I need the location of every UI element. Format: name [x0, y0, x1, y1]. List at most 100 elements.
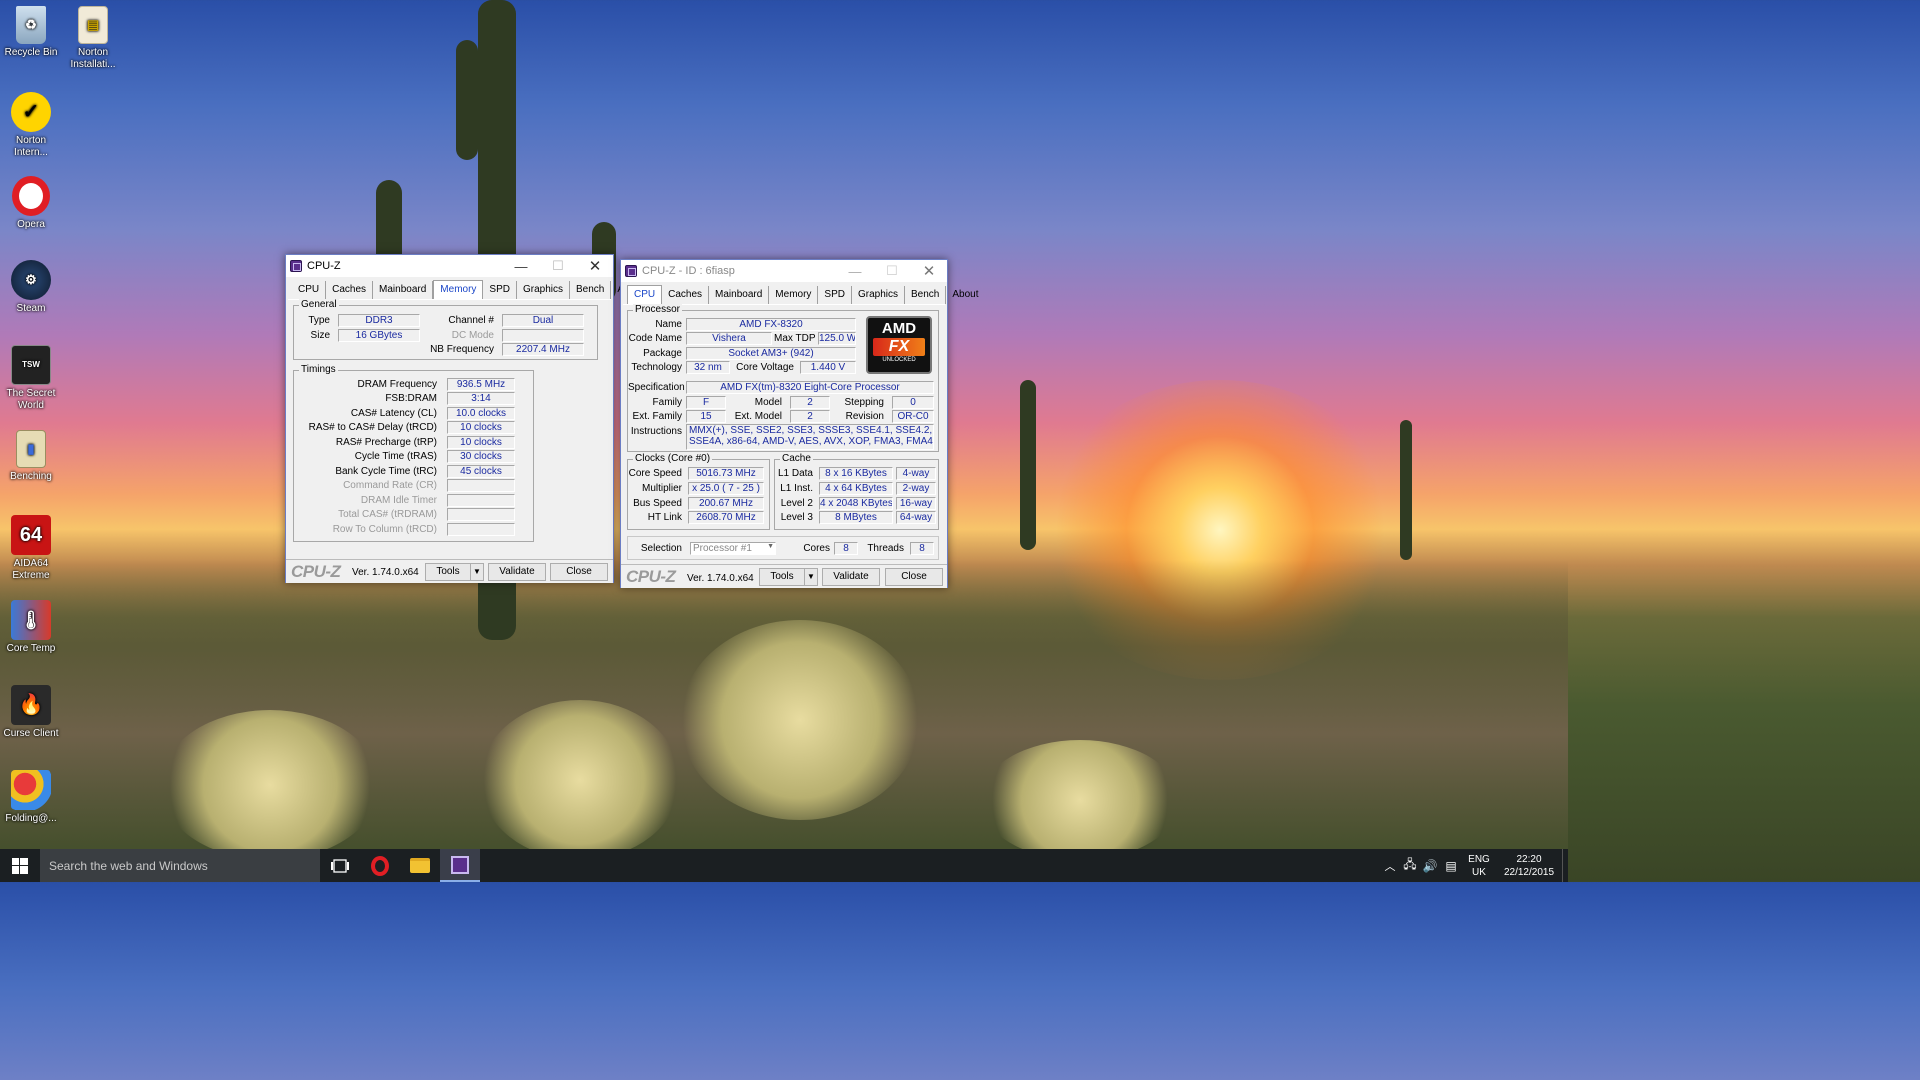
cores-value: 8	[834, 542, 858, 555]
desktop-icon-opera[interactable]: Opera	[0, 176, 62, 231]
tools-dropdown-icon[interactable]: ▼	[804, 568, 818, 586]
cache-size-value: 4 x 2048 KBytes	[819, 497, 893, 510]
core-speed-value: 5016.73 MHz	[688, 467, 764, 480]
tab-caches[interactable]: Caches	[662, 286, 710, 304]
minimize-icon[interactable]: —	[836, 260, 874, 282]
desktop-icon-label: AIDA64 Extreme	[12, 558, 50, 581]
chevron-up-icon[interactable]: ︿	[1380, 858, 1400, 874]
cache-group: Cache L1 Data 8 x 16 KBytes 4-way L1 Ins…	[774, 453, 939, 530]
type-label: Type	[308, 315, 330, 326]
validate-button[interactable]: Validate	[488, 563, 546, 581]
name-value: AMD FX-8320	[686, 318, 856, 331]
desktop-icon-steam[interactable]: ⚙ Steam	[0, 260, 62, 315]
cache-label: Level 3	[780, 512, 813, 523]
close-icon[interactable]: ✕	[576, 255, 614, 277]
cache-label: Level 2	[780, 498, 813, 509]
desktop-icon-benching[interactable]: ▮ Benching	[0, 430, 62, 483]
multiplier-value: x 25.0 ( 7 - 25 )	[688, 482, 764, 495]
voltage-label: Core Voltage	[736, 362, 794, 373]
desktop-icon-secret-world[interactable]: TSW The Secret World	[0, 345, 62, 412]
tab-caches[interactable]: Caches	[326, 281, 374, 299]
tools-dropdown-icon[interactable]: ▼	[470, 563, 484, 581]
family-label: Family	[652, 397, 682, 408]
tab-cpu[interactable]: CPU	[292, 281, 327, 299]
validate-button[interactable]: Validate	[822, 568, 880, 586]
taskbar-cpuz-button[interactable]	[440, 849, 480, 882]
cache-size-value: 8 x 16 KBytes	[819, 467, 893, 480]
tab-cpu[interactable]: CPU	[627, 285, 663, 304]
family-value: F	[686, 396, 726, 409]
maximize-icon[interactable]: ☐	[539, 255, 577, 277]
amd-fx-logo: AMD FX UNLOCKED	[866, 316, 932, 374]
close-button[interactable]: Close	[885, 568, 943, 586]
tab-memory[interactable]: Memory	[769, 286, 819, 304]
cholla-cactus	[480, 700, 680, 860]
tab-spd[interactable]: SPD	[483, 281, 517, 299]
group-label: Processor	[633, 304, 683, 315]
window-titlebar[interactable]: CPU-Z — ☐ ✕	[286, 255, 613, 277]
show-desktop-button[interactable]	[1562, 849, 1568, 882]
timing-label: RAS# Precharge (tRP)	[335, 437, 437, 448]
taskbar-opera-button[interactable]	[360, 849, 400, 882]
tools-button[interactable]: Tools	[425, 563, 471, 581]
tab-bench[interactable]: Bench	[570, 281, 612, 299]
desktop-icon-label: Steam	[16, 303, 46, 314]
processor-group: Processor Name AMD FX-8320 Code Name Vis…	[627, 304, 939, 452]
search-input[interactable]: Search the web and Windows	[40, 849, 320, 882]
tools-button[interactable]: Tools	[759, 568, 805, 586]
desktop-icon-aida64[interactable]: 64 AIDA64 Extreme	[0, 515, 62, 582]
cpuz-app-icon	[290, 260, 302, 272]
tab-mainboard[interactable]: Mainboard	[373, 281, 434, 299]
cpuz-cpu-window[interactable]: CPU-Z - ID : 6fiasp — ☐ ✕ CPU Caches Mai…	[620, 259, 979, 588]
tab-strip: CPU Caches Mainboard Memory SPD Graphics…	[627, 285, 985, 304]
channel-value: Dual	[502, 314, 584, 327]
timing-value	[447, 494, 515, 507]
cpuz-brand: CPU-Z	[291, 562, 341, 581]
version-text: Ver. 1.74.0.x64	[352, 567, 419, 578]
desktop-icon-norton-installer[interactable]: ▤ Norton Installati...	[62, 6, 124, 71]
window-footer: CPU-Z Ver. 1.74.0.x64 Tools ▼ Validate C…	[621, 564, 947, 588]
cpuz-memory-window[interactable]: CPU-Z — ☐ ✕ CPU Caches Mainboard Memory …	[285, 254, 644, 583]
desktop-icon-label: Benching	[10, 471, 52, 482]
tab-mainboard[interactable]: Mainboard	[709, 286, 770, 304]
taskbar-file-explorer-button[interactable]	[400, 849, 440, 882]
dc-mode-label: DC Mode	[451, 330, 494, 341]
window-titlebar[interactable]: CPU-Z - ID : 6fiasp — ☐ ✕	[621, 260, 947, 282]
tab-about[interactable]: About	[946, 286, 984, 304]
timing-label: RAS# to CAS# Delay (tRCD)	[308, 422, 437, 433]
cores-label: Cores	[803, 543, 830, 554]
unlocked-text: UNLOCKED	[882, 357, 916, 363]
maximize-icon[interactable]: ☐	[873, 260, 911, 282]
volume-icon[interactable]: 🔊	[1420, 859, 1440, 873]
close-icon[interactable]: ✕	[910, 260, 948, 282]
tab-graphics[interactable]: Graphics	[517, 281, 570, 299]
start-button[interactable]	[0, 849, 40, 882]
minimize-icon[interactable]: —	[502, 255, 540, 277]
window-footer: CPU-Z Ver. 1.74.0.x64 Tools ▼ Validate C…	[286, 559, 613, 583]
instructions-label: Instructions	[630, 426, 682, 437]
desktop-icon-label: Curse Client	[3, 728, 59, 739]
task-view-icon	[331, 858, 349, 873]
type-value: DDR3	[338, 314, 420, 327]
action-center-icon[interactable]: ▤	[1440, 859, 1462, 873]
maxtdp-label: Max TDP	[774, 333, 816, 344]
timings-group: Timings DRAM Frequency 936.5 MHz FSB:DRA…	[293, 364, 534, 542]
desktop-icon-label: Opera	[17, 219, 45, 230]
language-indicator[interactable]: ENG UK	[1462, 853, 1496, 879]
tab-graphics[interactable]: Graphics	[852, 286, 905, 304]
desktop-icon-core-temp[interactable]: 🌡 Core Temp	[0, 600, 62, 655]
network-icon[interactable]: 🖧	[1400, 855, 1420, 876]
cache-way-value: 4-way	[896, 467, 936, 480]
close-button[interactable]: Close	[550, 563, 608, 581]
cache-size-value: 4 x 64 KBytes	[819, 482, 893, 495]
tab-spd[interactable]: SPD	[818, 286, 852, 304]
desktop-icon-curse-client[interactable]: 🔥 Curse Client	[0, 685, 62, 740]
tab-memory[interactable]: Memory	[433, 280, 484, 299]
desktop-icon-norton-internet[interactable]: ✓ Norton Intern...	[0, 92, 62, 159]
tab-bench[interactable]: Bench	[905, 286, 947, 304]
task-view-button[interactable]	[320, 849, 360, 882]
desktop-icon-recycle-bin[interactable]: ♻ Recycle Bin	[0, 6, 62, 59]
desktop-icon-folding[interactable]: Folding@...	[0, 770, 62, 825]
chevron-down-icon[interactable]: ▼	[764, 543, 774, 550]
clock[interactable]: 22:20 22/12/2015	[1496, 853, 1562, 879]
